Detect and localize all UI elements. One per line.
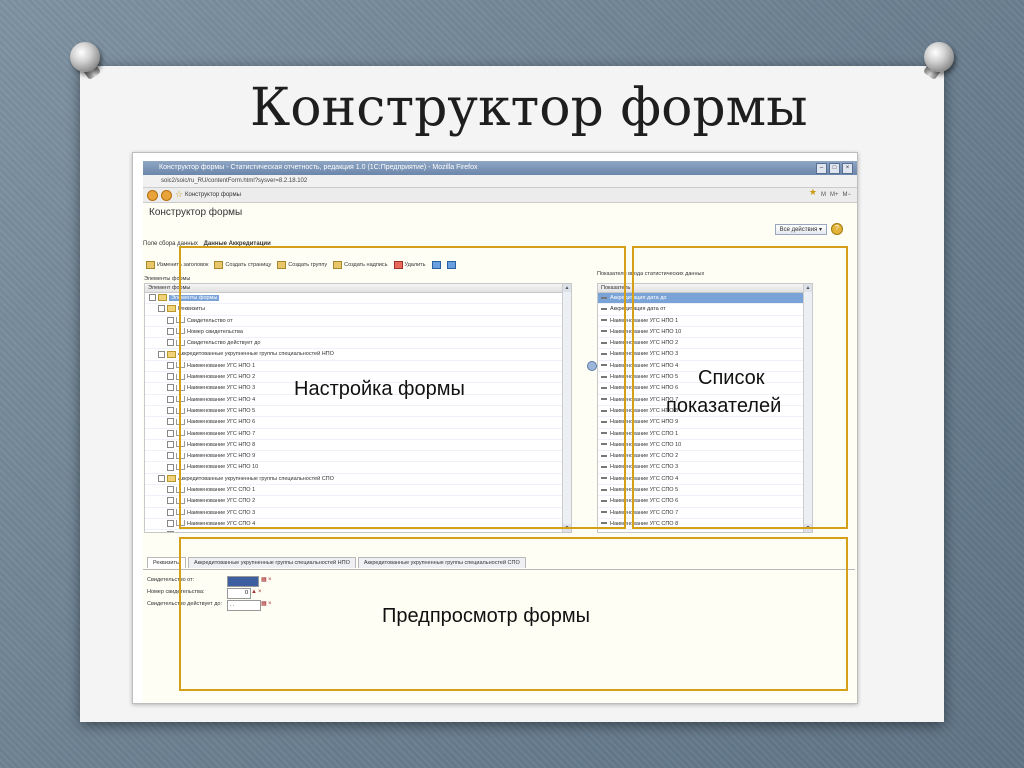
window-title: Конструктор формы - Статистическая отчет…: [159, 164, 478, 171]
maximize-button[interactable]: □: [829, 163, 840, 174]
checkbox-icon[interactable]: [167, 531, 174, 532]
address-bar[interactable]: soic2/soic/ru_RU/contentForm.html?sysver…: [143, 175, 857, 188]
minimize-button[interactable]: –: [816, 163, 827, 174]
annotation-form-settings: Настройка формы: [294, 378, 465, 400]
checkbox-icon[interactable]: [167, 429, 174, 437]
checkbox-icon[interactable]: [167, 463, 174, 471]
nav-toolbar: ☆ Конструктор формы ★ M M+ M−: [143, 188, 857, 203]
checkbox-icon[interactable]: [167, 316, 174, 324]
expand-icon[interactable]: [158, 305, 165, 313]
edit-icon: [146, 261, 155, 269]
tree-row-label: Наименование УГС СПО 5: [187, 532, 255, 533]
favorites-icon[interactable]: ★: [809, 188, 817, 202]
tab-title[interactable]: Конструктор формы: [185, 192, 241, 198]
m-plus-button[interactable]: M+: [830, 188, 839, 202]
checkbox-icon[interactable]: [167, 361, 174, 369]
close-button[interactable]: ×: [842, 163, 853, 174]
star-icon[interactable]: ☆: [175, 190, 183, 201]
checkbox-icon[interactable]: [167, 497, 174, 505]
checkbox-icon[interactable]: [167, 384, 174, 392]
checkbox-icon[interactable]: [167, 440, 174, 448]
form-header-title: Конструктор формы: [149, 207, 243, 218]
checkbox-icon[interactable]: [167, 339, 174, 347]
list-item-label: Наименование УГС СПО 9: [610, 532, 678, 533]
window-titlebar: Конструктор формы - Статистическая отчет…: [143, 161, 857, 175]
checkbox-icon[interactable]: [167, 452, 174, 460]
m-button[interactable]: M: [821, 188, 826, 202]
nav-icons: ☆: [147, 190, 183, 201]
memory-buttons: ★ M M+ M−: [809, 188, 851, 202]
field-icon: [176, 531, 185, 532]
window-controls: – □ ×: [816, 163, 853, 174]
expand-icon[interactable]: [158, 350, 165, 358]
m-minus-button[interactable]: M−: [842, 188, 851, 202]
checkbox-icon[interactable]: [167, 327, 174, 335]
annotation-list-line1: Список: [698, 367, 765, 389]
forward-icon[interactable]: [161, 190, 172, 201]
annotation-list-line2: показателей: [666, 395, 782, 417]
help-icon[interactable]: ?: [831, 223, 843, 235]
folder-icon: [167, 350, 176, 358]
checkbox-icon[interactable]: [167, 519, 174, 527]
checkbox-icon[interactable]: [167, 486, 174, 494]
folder-icon: [167, 474, 176, 482]
expand-icon[interactable]: [149, 294, 156, 302]
form-actions: Все действия ▾ ?: [774, 223, 843, 235]
checkbox-icon[interactable]: [167, 407, 174, 415]
folder-icon: [167, 305, 176, 313]
checkbox-icon[interactable]: [167, 373, 174, 381]
pushpin-left-icon: [70, 42, 100, 72]
tree-row[interactable]: Наименование УГС СПО 5: [145, 530, 571, 533]
pushpin-right-icon: [924, 42, 954, 72]
all-actions-button[interactable]: Все действия ▾: [774, 223, 827, 235]
back-icon[interactable]: [147, 190, 158, 201]
annotation-form-preview: Предпросмотр формы: [382, 605, 591, 627]
checkbox-icon[interactable]: [167, 508, 174, 516]
slide-title: Конструктор формы: [250, 78, 808, 138]
address-url: soic2/soic/ru_RU/contentForm.html?sysver…: [161, 178, 308, 184]
checkbox-icon[interactable]: [167, 395, 174, 403]
list-item[interactable]: Наименование УГС СПО 9: [598, 530, 812, 533]
expand-icon[interactable]: [158, 474, 165, 482]
checkbox-icon[interactable]: [167, 418, 174, 426]
folder-icon: [158, 294, 167, 302]
